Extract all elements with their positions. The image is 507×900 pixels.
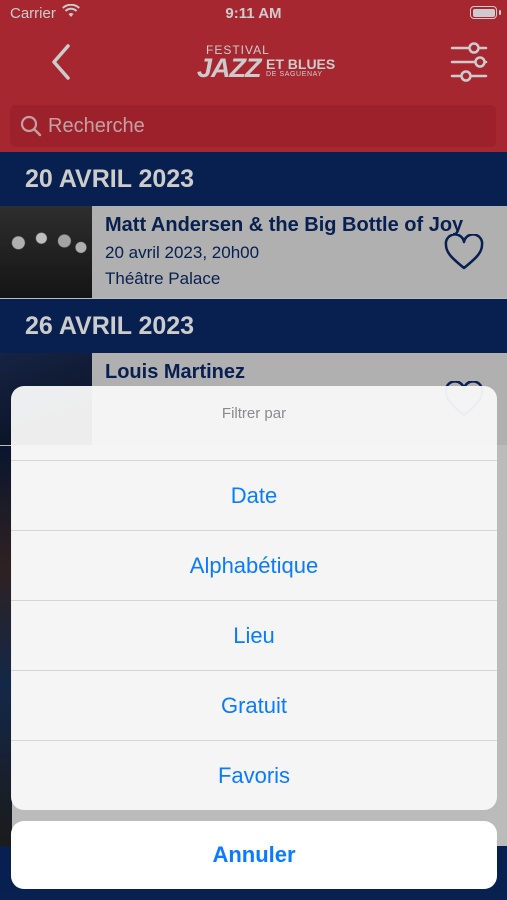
filter-option-free[interactable]: Gratuit	[11, 670, 497, 740]
filter-option-favorites[interactable]: Favoris	[11, 740, 497, 810]
filter-option-venue[interactable]: Lieu	[11, 600, 497, 670]
action-sheet-title: Filtrer par	[221, 405, 287, 422]
filter-option-date[interactable]: Date	[11, 460, 497, 530]
filter-action-sheet: Filtrer par Date Alphabétique Lieu Gratu…	[11, 386, 497, 810]
filter-option-alphabetical[interactable]: Alphabétique	[11, 530, 497, 600]
cancel-button[interactable]: Annuler	[11, 821, 497, 889]
